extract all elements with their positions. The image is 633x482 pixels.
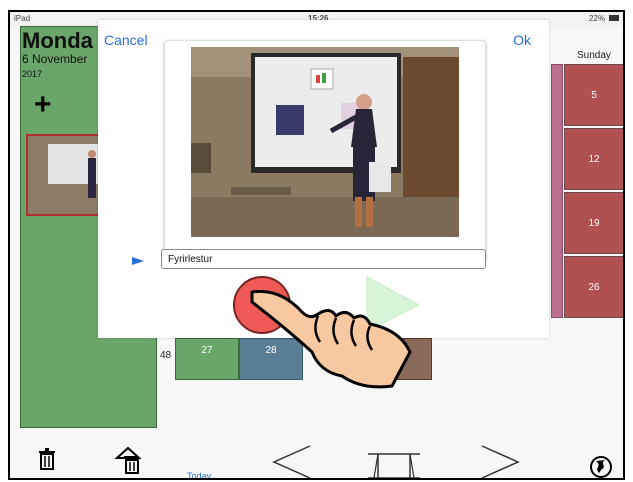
play-icon[interactable] (132, 256, 144, 266)
globe-icon[interactable] (590, 456, 612, 478)
lecture-photo (191, 47, 459, 237)
pointing-hand-icon (250, 290, 412, 389)
today-button[interactable]: Today (187, 471, 211, 478)
saturday-column (551, 64, 563, 318)
activity-name-input[interactable] (161, 249, 486, 269)
calendar-day-cell[interactable]: 26 (564, 256, 623, 318)
day-date: 6 November (22, 52, 88, 66)
trash-day-icon[interactable] (114, 446, 142, 474)
overview-icon[interactable] (366, 452, 422, 480)
ok-button[interactable]: Ok (513, 32, 531, 48)
cancel-button[interactable]: Cancel (104, 32, 148, 48)
chevron-right-icon[interactable] (480, 444, 520, 480)
device-label: iPad (14, 14, 31, 23)
day-title: Monda (22, 28, 93, 53)
calendar-day-cell[interactable]: 12 (564, 128, 623, 190)
activity-photo[interactable] (191, 47, 459, 237)
battery-label: 22% (588, 14, 605, 23)
calendar-day-cell[interactable]: 27 (175, 338, 239, 380)
calendar-day-cell[interactable]: 19 (564, 192, 623, 254)
day-year: 2017 (22, 69, 43, 79)
photo-frame[interactable] (164, 40, 486, 262)
sunday-header: Sunday (577, 50, 611, 61)
plus-icon[interactable]: + (34, 90, 52, 120)
week-number: 48 (160, 350, 172, 361)
battery-icon (609, 15, 619, 21)
trash-icon[interactable] (38, 448, 56, 470)
calendar-day-cell[interactable]: 5 (564, 64, 623, 126)
chevron-left-icon[interactable] (272, 444, 312, 480)
